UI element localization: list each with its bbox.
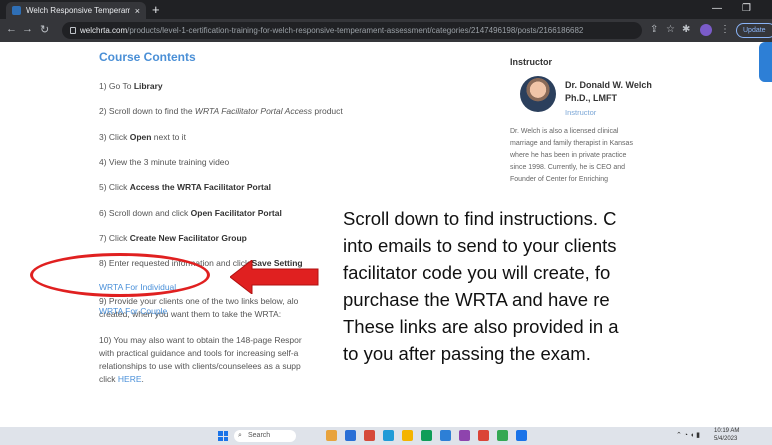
- red-highlight-oval: [30, 253, 210, 297]
- step-10-line-1: 10) You may also want to obtain the 148-…: [99, 335, 302, 345]
- step-text: 4) View the 3 minute training video: [99, 157, 230, 167]
- step-text: 7) Click: [99, 233, 130, 243]
- red-arrow-icon: [230, 260, 319, 294]
- step-text: 5) Click: [99, 182, 130, 192]
- step-text: 3) Click: [99, 132, 130, 142]
- caption-line: into emails to send to your clients: [343, 235, 617, 256]
- caption-line: facilitator code you will create, fo: [343, 262, 611, 283]
- taskbar-app-icon[interactable]: [440, 430, 451, 441]
- course-step: 3) Click Open next to it: [99, 132, 186, 142]
- clock-date[interactable]: 5/4/2023: [714, 436, 737, 442]
- browser-toolbar: ← → ↻ welchrta.com/products/level-1-cert…: [0, 19, 772, 42]
- back-icon[interactable]: ←: [6, 23, 17, 35]
- instructor-role: Instructor: [565, 108, 597, 117]
- tab-title: Welch Responsive Temperament: [26, 6, 130, 15]
- step-10-click-text: click: [99, 374, 118, 384]
- taskbar-app-icon[interactable]: [516, 430, 527, 441]
- taskbar-app-icon[interactable]: [383, 430, 394, 441]
- minimize-icon[interactable]: —: [712, 3, 722, 14]
- browser-tab[interactable]: Welch Responsive Temperament ×: [6, 2, 146, 19]
- step-text-suffix: product: [312, 106, 343, 116]
- step-10-period: .: [141, 374, 144, 384]
- profile-avatar[interactable]: [700, 24, 712, 36]
- caption-line: purchase the WRTA and have re: [343, 289, 610, 310]
- instructor-bio-line: since 1998. Currently, he is CEO and: [510, 164, 626, 171]
- new-tab-button[interactable]: +: [152, 3, 160, 16]
- url-text: welchrta.com/products/level-1-certificat…: [80, 26, 583, 35]
- clock-time[interactable]: 10:19 AM: [714, 428, 739, 434]
- taskbar-search[interactable]: ⌕ Search: [234, 430, 296, 442]
- browser-tab-bar: Welch Responsive Temperament × + — ❐: [0, 0, 772, 19]
- caption-line: Scroll down to find instructions. C: [343, 208, 617, 229]
- step-emphasis: Open Facilitator Portal: [190, 208, 282, 218]
- address-bar[interactable]: welchrta.com/products/level-1-certificat…: [62, 22, 642, 39]
- course-step: 7) Click Create New Facilitator Group: [99, 233, 247, 243]
- instructor-bio-line: Dr. Welch is also a licensed clinical: [510, 128, 619, 135]
- course-step: 6) Scroll down and click Open Facilitato…: [99, 208, 282, 218]
- chat-tab-button[interactable]: [759, 42, 772, 82]
- taskbar-app-icon[interactable]: [326, 430, 337, 441]
- share-icon[interactable]: ⇪: [650, 24, 658, 35]
- step-emphasis: Create New Facilitator Group: [129, 233, 247, 243]
- taskbar-app-icon[interactable]: [497, 430, 508, 441]
- course-contents-heading: Course Contents: [99, 50, 196, 64]
- tab-close-icon[interactable]: ×: [135, 6, 140, 16]
- here-link[interactable]: HERE: [118, 374, 142, 384]
- reload-icon[interactable]: ↻: [40, 23, 49, 36]
- taskbar-app-icon[interactable]: [402, 430, 413, 441]
- bookmark-star-icon[interactable]: ☆: [666, 24, 675, 35]
- update-button[interactable]: Update: [736, 23, 772, 38]
- course-step: 1) Go To Library: [99, 81, 163, 91]
- step-emphasis: Access the WRTA Facilitator Portal: [129, 182, 271, 192]
- search-icon: ⌕: [238, 432, 242, 439]
- extensions-icon[interactable]: ✱: [682, 24, 690, 35]
- menu-icon[interactable]: ⋮: [720, 24, 730, 35]
- step-text: 6) Scroll down and click: [99, 208, 191, 218]
- page-content: Course Contents 1) Go To Library 2) Scrol…: [0, 42, 772, 427]
- instructor-heading: Instructor: [510, 57, 553, 67]
- step-emphasis: Library: [133, 81, 163, 91]
- forward-icon[interactable]: →: [22, 23, 33, 35]
- start-button[interactable]: [218, 431, 228, 441]
- step-text-suffix: next to it: [151, 132, 186, 142]
- taskbar-app-icon[interactable]: [364, 430, 375, 441]
- step-text: 2) Scroll down to find the: [99, 106, 195, 116]
- step-9-line-1: 9) Provide your clients one of the two l…: [99, 296, 299, 306]
- url-host: welchrta.com: [80, 26, 128, 35]
- wrta-couple-link[interactable]: WRTA For Couple: [99, 306, 167, 316]
- step-text: 1) Go To: [99, 81, 134, 91]
- windows-taskbar: ⌕ Search ⌃ ◔ ◖ ▮ 10:19 AM 5/4/2023: [0, 427, 772, 445]
- url-path: /products/level-1-certification-training…: [127, 26, 584, 35]
- step-product-name: WRTA Facilitator Portal Access: [194, 106, 313, 116]
- taskbar-app-icon[interactable]: [421, 430, 432, 441]
- caption-line: These links are also provided in a: [343, 316, 619, 337]
- course-step: 2) Scroll down to find the WRTA Facilita…: [99, 106, 343, 116]
- instructor-name: Dr. Donald W. Welch: [565, 80, 652, 90]
- instructor-bio-line: where he has been in private practice: [510, 152, 627, 159]
- taskbar-app-icon[interactable]: [459, 430, 470, 441]
- step-emphasis: Open: [129, 132, 152, 142]
- instructor-bio-line: marriage and family therapist in Kansas: [510, 140, 633, 147]
- site-favicon-icon: [12, 6, 21, 15]
- maximize-icon[interactable]: ❐: [742, 3, 751, 14]
- system-tray-icons[interactable]: ⌃ ◔ ◖ ▮: [676, 431, 700, 439]
- taskbar-app-icon[interactable]: [345, 430, 356, 441]
- instructor-avatar: [520, 76, 556, 112]
- instructor-bio-line: Founder of Center for Enriching: [510, 176, 609, 183]
- step-10-line-3: relationships to use with clients/counse…: [99, 361, 301, 371]
- course-step: 4) View the 3 minute training video: [99, 157, 229, 167]
- step-10-line-2: with practical guidance and tools for in…: [99, 348, 299, 358]
- step-10-line-4: click HERE.: [99, 374, 144, 384]
- taskbar-app-icon[interactable]: [478, 430, 489, 441]
- course-step: 5) Click Access the WRTA Facilitator Por…: [99, 182, 271, 192]
- caption-line: to you after passing the exam.: [343, 343, 591, 364]
- lock-icon: [70, 27, 76, 34]
- instructor-credentials: Ph.D., LMFT: [565, 93, 617, 103]
- taskbar-search-label: Search: [248, 432, 271, 439]
